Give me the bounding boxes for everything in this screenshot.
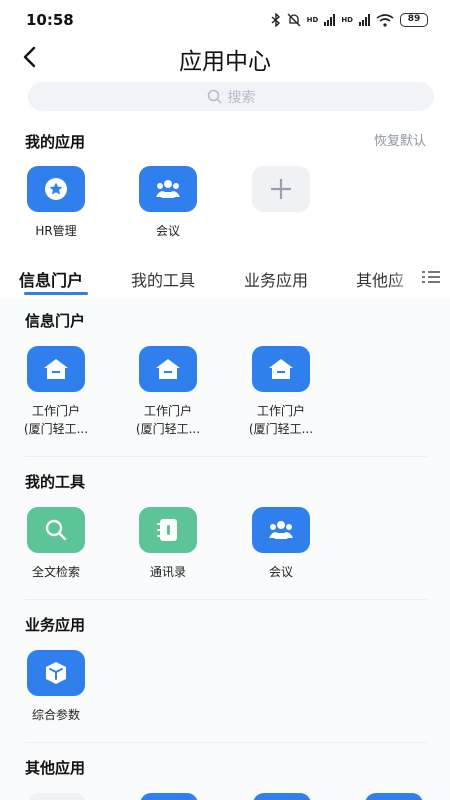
tab-business-apps[interactable]: 业务应用	[244, 267, 308, 291]
category-tabs: 信息门户 我的工具 业务应用 其他应	[0, 258, 450, 298]
search-icon	[207, 89, 222, 104]
app-label: 全文检索	[31, 565, 80, 579]
app-label: 工作门户	[256, 404, 305, 418]
restore-default-button[interactable]: 恢复默认	[374, 130, 426, 149]
app-hr-management[interactable]: HR管理	[16, 166, 96, 240]
divider	[25, 599, 427, 600]
apps-content: 信息门户 工作门户 (厦门轻工... 工作门户 (厦门轻工... 工作门户 (厦门轻工…	[0, 298, 450, 800]
status-bar: 10:58 HD HD 89	[0, 0, 450, 40]
section-title: 信息门户	[25, 312, 86, 330]
section-title: 业务应用	[25, 616, 86, 634]
app-sublabel: (厦门轻工...	[23, 422, 89, 436]
add-icon	[271, 179, 291, 199]
mute-bell-icon	[287, 13, 301, 27]
active-tab-indicator	[24, 292, 88, 295]
app-full-text-search[interactable]: 全文检索	[16, 507, 96, 581]
app-label: 会议	[155, 224, 180, 238]
people-icon	[156, 180, 180, 198]
app-general-params[interactable]: 综合参数	[16, 650, 96, 724]
my-apps-title: 我的应用	[25, 133, 86, 151]
app-work-portal[interactable]: 工作门户 (厦门轻工...	[16, 346, 96, 438]
app-icon-partial[interactable]	[365, 793, 423, 800]
contacts-icon	[157, 519, 177, 541]
page-title: 应用中心	[179, 49, 271, 75]
search-placeholder: 搜索	[227, 89, 256, 106]
search-input[interactable]: 搜索	[28, 82, 434, 111]
section-title: 其他应用	[25, 759, 86, 777]
cube-icon	[46, 662, 66, 684]
app-label: 工作门户	[143, 404, 192, 418]
add-app-button[interactable]	[241, 166, 321, 212]
tab-info-portal[interactable]: 信息门户	[19, 267, 83, 291]
app-icon-partial[interactable]	[253, 793, 311, 800]
home-icon	[269, 359, 293, 379]
menu-icon[interactable]	[422, 270, 440, 284]
star-badge-icon	[45, 178, 67, 200]
app-label: 综合参数	[31, 708, 80, 722]
app-meeting[interactable]: 会议	[241, 507, 321, 581]
app-label: 通讯录	[149, 565, 186, 579]
battery-indicator: 89	[400, 13, 428, 27]
people-icon	[269, 521, 293, 539]
app-work-portal[interactable]: 工作门户 (厦门轻工...	[128, 346, 208, 438]
app-label: HR管理	[35, 224, 77, 238]
status-time: 10:58	[26, 11, 74, 29]
app-meeting[interactable]: 会议	[128, 166, 208, 240]
hd-badge: HD	[306, 16, 319, 24]
bluetooth-icon	[271, 13, 280, 27]
home-icon	[44, 359, 68, 379]
app-icon-partial[interactable]	[140, 793, 198, 800]
hd-badge-2: HD	[341, 16, 353, 24]
signal-icon-2	[359, 14, 370, 26]
my-apps-section: 我的应用 恢复默认 HR管理 会议	[0, 120, 450, 254]
signal-icon	[324, 14, 336, 26]
home-icon	[156, 359, 180, 379]
app-sublabel: (厦门轻工...	[135, 422, 201, 436]
app-icon-partial[interactable]	[28, 793, 86, 800]
section-title: 我的工具	[25, 473, 86, 491]
app-label: 工作门户	[31, 404, 80, 418]
nav-bar: 应用中心	[0, 40, 450, 80]
app-work-portal[interactable]: 工作门户 (厦门轻工...	[241, 346, 321, 438]
app-sublabel: (厦门轻工...	[248, 422, 314, 436]
search-icon	[45, 519, 67, 541]
tab-my-tools[interactable]: 我的工具	[131, 267, 195, 291]
app-contacts[interactable]: 通讯录	[128, 507, 208, 581]
app-label: 会议	[268, 565, 293, 579]
wifi-icon	[376, 13, 394, 27]
divider	[25, 742, 427, 743]
divider	[25, 456, 427, 457]
